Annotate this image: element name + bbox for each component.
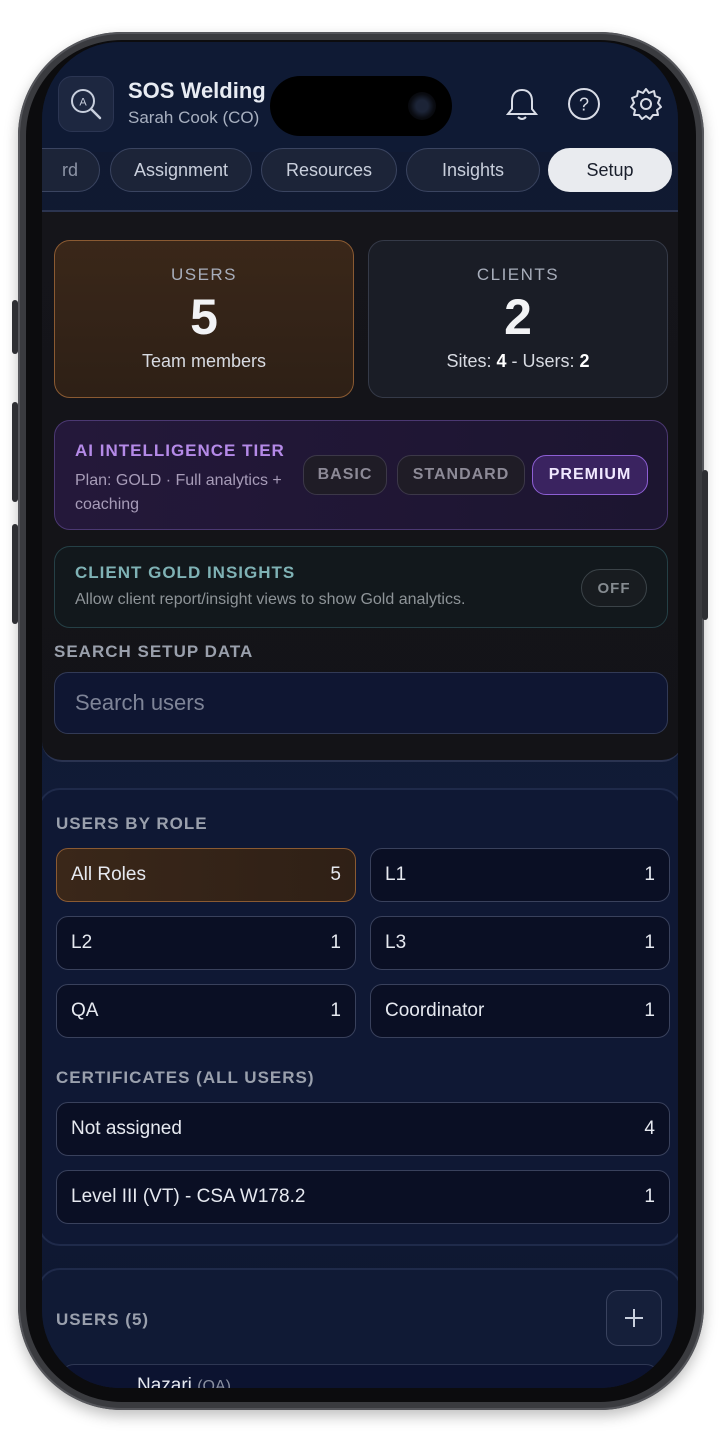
role-count: 5: [330, 864, 341, 885]
role-name: L3: [385, 932, 407, 953]
search-logo-icon: A: [71, 89, 102, 120]
users-stat-sub: Team members: [141, 351, 267, 371]
tier-standard-button[interactable]: STANDARD: [397, 455, 525, 495]
role-filter-l2[interactable]: L2 1: [56, 916, 356, 970]
ai-tier-title: AI INTELLIGENCE TIER: [75, 441, 285, 460]
users-stat-label: USERS: [170, 265, 238, 284]
users-panel: USERS (5) Nazari (QA): [42, 1268, 678, 1388]
clients-stat-value: 2: [504, 289, 532, 345]
certificate-filter-level-iii[interactable]: Level III (VT) - CSA W178.2 1: [56, 1170, 670, 1224]
users-section-label: USERS (5): [56, 1310, 150, 1329]
user-row[interactable]: Nazari (QA): [60, 1364, 660, 1388]
settings-button[interactable]: [628, 86, 664, 122]
role-name: Coordinator: [385, 1000, 485, 1021]
role-count: 1: [644, 1000, 655, 1021]
tab-setup[interactable]: Setup: [548, 148, 672, 192]
clients-stat-label: CLIENTS: [476, 265, 560, 284]
certificates-section-label: CERTIFICATES (ALL USERS): [56, 1068, 315, 1087]
certificate-filter-not-assigned[interactable]: Not assigned 4: [56, 1102, 670, 1156]
role-count: 1: [644, 864, 655, 885]
silent-switch: [12, 300, 18, 354]
users-stat-value: 5: [190, 289, 218, 345]
certificate-count: 1: [644, 1186, 655, 1207]
notifications-button[interactable]: [504, 86, 540, 122]
clients-stat-sub: Sites: 4 - Users: 2: [446, 351, 590, 371]
tab-dashboard[interactable]: rd: [42, 148, 100, 192]
plus-icon: [625, 1309, 643, 1327]
app-title: SOS Welding: [128, 78, 266, 103]
gear-icon: [630, 88, 662, 120]
ai-tier-card: AI INTELLIGENCE TIER Plan: GOLD · Full a…: [54, 420, 668, 530]
search-input[interactable]: Search users: [54, 672, 668, 734]
role-count: 1: [644, 932, 655, 953]
roles-section-label: USERS BY ROLE: [56, 814, 208, 833]
gold-insights-description: Allow client report/insight views to sho…: [75, 591, 466, 608]
role-name: L2: [71, 932, 93, 953]
volume-up-button: [12, 402, 18, 502]
bell-icon: [505, 88, 539, 120]
role-filter-qa[interactable]: QA 1: [56, 984, 356, 1038]
role-filter-l1[interactable]: L1 1: [370, 848, 670, 902]
role-count: 1: [330, 932, 341, 953]
tab-assignment[interactable]: Assignment: [110, 148, 252, 192]
volume-down-button: [12, 524, 18, 624]
role-filter-coordinator[interactable]: Coordinator 1: [370, 984, 670, 1038]
help-button[interactable]: ?: [566, 86, 602, 122]
client-gold-insights-card: CLIENT GOLD INSIGHTS Allow client report…: [54, 546, 668, 628]
tab-bar: rd Assignment Resources Insights Setup: [42, 148, 678, 196]
certificate-count: 4: [644, 1118, 655, 1139]
tier-premium-button[interactable]: PREMIUM: [532, 455, 648, 495]
tab-resources[interactable]: Resources: [261, 148, 397, 192]
power-button: [702, 470, 708, 620]
screen: A SOS Welding Sarah Cook (CO) ? rd Assig…: [42, 42, 678, 1388]
search-label: SEARCH SETUP DATA: [54, 642, 254, 661]
users-stat-card[interactable]: USERS 5 Team members: [54, 240, 354, 398]
role-filter-all[interactable]: All Roles 5: [56, 848, 356, 902]
roles-panel: USERS BY ROLE All Roles 5 L1 1 L2 1 L3 1…: [42, 788, 678, 1246]
tab-insights[interactable]: Insights: [406, 148, 540, 192]
tier-basic-button[interactable]: BASIC: [303, 455, 387, 495]
app-logo-button[interactable]: A: [58, 76, 114, 132]
role-filter-l3[interactable]: L3 1: [370, 916, 670, 970]
gold-insights-toggle[interactable]: OFF: [581, 569, 647, 607]
setup-summary-panel: USERS 5 Team members CLIENTS 2 Sites: 4 …: [42, 212, 678, 762]
dynamic-island: [270, 76, 452, 136]
current-user: Sarah Cook (CO): [128, 108, 260, 127]
role-count: 1: [330, 1000, 341, 1021]
role-name: QA: [71, 1000, 99, 1021]
add-user-button[interactable]: [606, 1290, 662, 1346]
svg-text:A: A: [79, 97, 87, 109]
certificate-name: Not assigned: [71, 1118, 182, 1139]
clients-stat-card[interactable]: CLIENTS 2 Sites: 4 - Users: 2: [368, 240, 668, 398]
user-row-name: Nazari (QA): [137, 1375, 231, 1388]
role-name: L1: [385, 864, 407, 885]
certificate-name: Level III (VT) - CSA W178.2: [71, 1186, 306, 1207]
role-name: All Roles: [71, 864, 146, 885]
svg-text:?: ?: [579, 95, 589, 115]
gold-insights-title: CLIENT GOLD INSIGHTS: [75, 563, 296, 582]
help-icon: ?: [568, 88, 600, 120]
ai-tier-plan: Plan: GOLD · Full analytics + coaching: [75, 472, 282, 513]
